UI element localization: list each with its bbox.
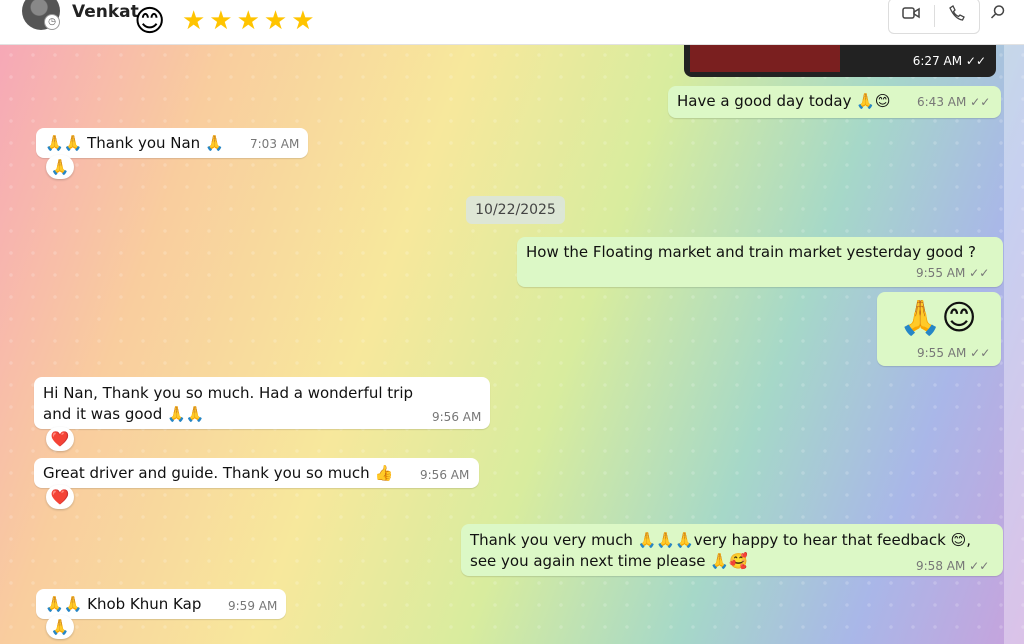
message-time: 9:59 AM [228, 599, 278, 613]
search-icon[interactable] [990, 4, 1006, 25]
phone-icon[interactable] [943, 5, 971, 27]
message-time: 6:27 AM ✓✓ [912, 54, 986, 68]
star-rating: ★★★★★ [182, 6, 319, 36]
reaction-badge[interactable]: ❤️ [46, 427, 74, 451]
message-text: 🙏🙏 Thank you Nan 🙏 [45, 134, 224, 152]
message-time: 9:56 AM [420, 468, 470, 482]
message-time: 7:03 AM [250, 137, 300, 151]
message-time: 9:58 AM ✓✓ [916, 559, 990, 573]
double-check-icon: ✓✓ [969, 559, 990, 573]
message-outgoing[interactable]: How the Floating market and train market… [517, 237, 1003, 287]
photo-preview [690, 44, 840, 72]
message-text: How the Floating market and train market… [526, 243, 976, 261]
photo-message[interactable]: 6:27 AM ✓✓ [684, 44, 996, 77]
message-text: Have a good day today 🙏😊 [677, 92, 891, 110]
message-text: 🙏🙏 Khob Khun Kap [45, 595, 202, 613]
smiley-emoji: 😊 [134, 4, 166, 39]
message-time: 9:55 AM ✓✓ [917, 346, 991, 360]
contact-name[interactable]: Venkat [72, 2, 139, 22]
message-outgoing[interactable]: Thank you very much 🙏🙏🙏very happy to hea… [461, 524, 1003, 576]
reaction-badge[interactable]: 🙏 [46, 155, 74, 179]
double-check-icon: ✓✓ [969, 266, 990, 280]
message-time: 9:55 AM ✓✓ [916, 266, 990, 280]
date-separator: 10/22/2025 [466, 196, 565, 224]
scrollbar-track[interactable] [1004, 44, 1024, 644]
message-time: 9:56 AM [432, 410, 482, 424]
message-outgoing[interactable]: 🙏😊 9:55 AM ✓✓ [877, 292, 1001, 366]
message-time: 6:43 AM ✓✓ [917, 95, 991, 109]
message-text: Great driver and guide. Thank you so muc… [43, 464, 394, 482]
message-incoming[interactable]: 🙏🙏 Khob Khun Kap 9:59 AM [36, 589, 286, 619]
message-outgoing[interactable]: Have a good day today 🙏😊 6:43 AM ✓✓ [668, 86, 1001, 118]
double-check-icon: ✓✓ [970, 346, 991, 360]
status-icon: ◷ [44, 14, 60, 30]
reaction-badge[interactable]: 🙏 [46, 615, 74, 639]
message-incoming[interactable]: Great driver and guide. Thank you so muc… [34, 458, 479, 488]
message-incoming[interactable]: Hi Nan, Thank you so much. Had a wonderf… [34, 377, 490, 429]
reaction-badge[interactable]: ❤️ [46, 485, 74, 509]
video-camera-icon[interactable] [897, 5, 925, 27]
double-check-icon: ✓✓ [970, 95, 991, 109]
divider [934, 5, 935, 27]
call-buttons [888, 0, 980, 34]
message-text: Thank you very much 🙏🙏🙏very happy to hea… [470, 531, 972, 570]
chat-header: ◷ Venkat 😊 ★★★★★ [0, 0, 1024, 45]
message-incoming[interactable]: 🙏🙏 Thank you Nan 🙏 7:03 AM [36, 128, 308, 158]
message-text: Hi Nan, Thank you so much. Had a wonderf… [43, 384, 414, 423]
message-text: 🙏😊 [899, 298, 977, 338]
